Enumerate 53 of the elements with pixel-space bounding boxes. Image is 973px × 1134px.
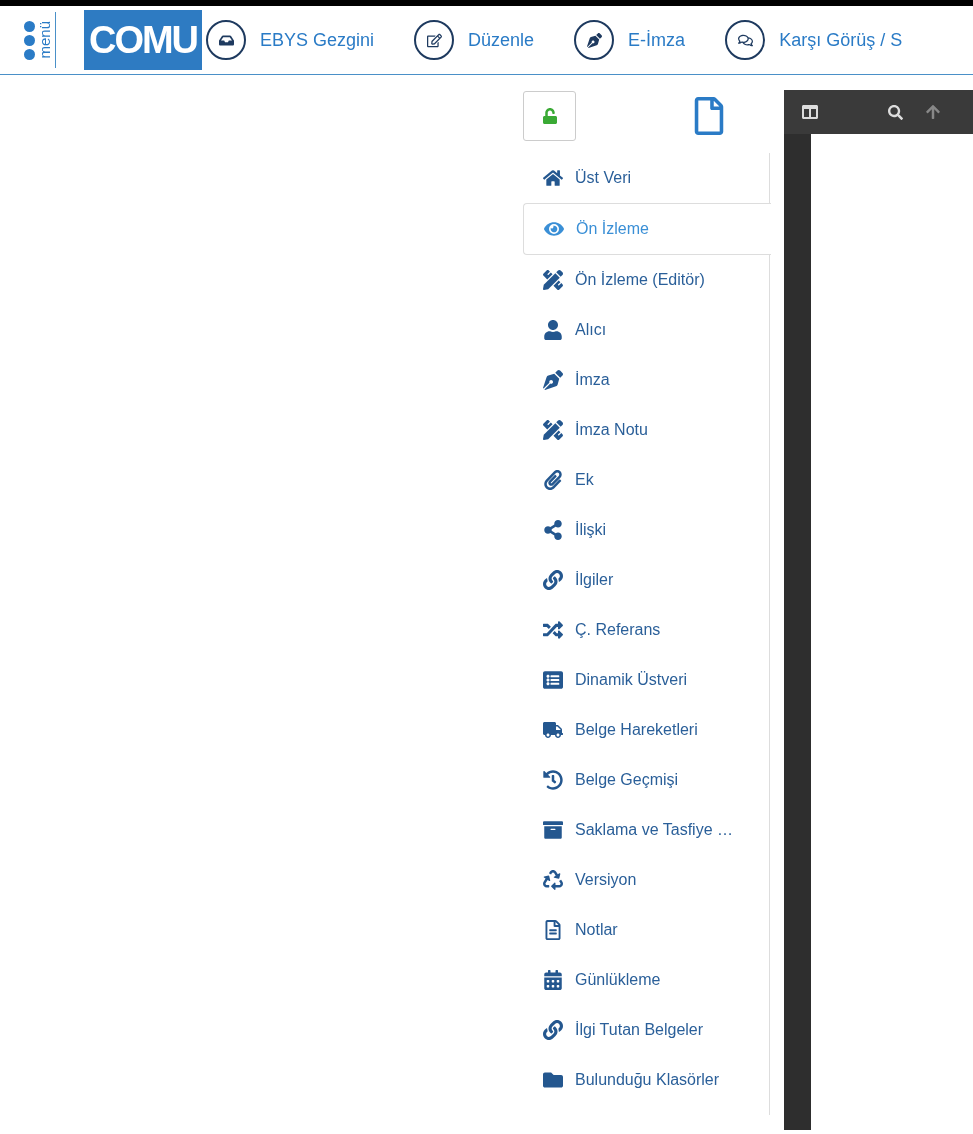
- pencil-ruler-icon: [543, 420, 563, 440]
- pencil-ruler-icon: [543, 270, 563, 290]
- sidebar-item[interactable]: İlgi Tutan Belgeler: [523, 1005, 769, 1055]
- sidebar-item[interactable]: Saklama ve Tasfiye …: [523, 805, 769, 855]
- sidebar-item[interactable]: Alıcı: [523, 305, 769, 355]
- sidebar-item[interactable]: Belge Geçmişi: [523, 755, 769, 805]
- sidebar-item[interactable]: İmza Notu: [523, 405, 769, 455]
- history-icon: [543, 770, 563, 790]
- truck-icon: [543, 720, 563, 740]
- sidebar-item[interactable]: İlişki: [523, 505, 769, 555]
- paperclip-icon: [543, 470, 563, 490]
- user-icon: [543, 320, 563, 340]
- sidebar-item[interactable]: Ek: [523, 455, 769, 505]
- inbox-icon: [206, 20, 246, 60]
- sidebar-item[interactable]: Notlar: [523, 905, 769, 955]
- sidebar-item[interactable]: Dinamik Üstveri: [523, 655, 769, 705]
- eye-icon: [544, 219, 564, 239]
- sidebar-item[interactable]: Üst Veri: [523, 153, 769, 203]
- link-icon: [543, 1020, 563, 1040]
- sidebar-item[interactable]: Ç. Referans: [523, 605, 769, 655]
- sidebar-toggle-icon[interactable]: [802, 104, 818, 120]
- speech-bubbles-icon: [725, 20, 766, 60]
- unlocked-padlock-icon: [541, 108, 558, 124]
- logo: COMU: [84, 10, 202, 70]
- shuffle-icon: [543, 620, 563, 640]
- sidebar-item[interactable]: Ön İzleme: [523, 203, 771, 255]
- share-icon: [543, 520, 563, 540]
- link-icon: [543, 570, 563, 590]
- sidebar-item[interactable]: Bulunduğu Klasörler: [523, 1055, 769, 1105]
- nav-link[interactable]: Karşı Görüş / S: [725, 20, 903, 60]
- sidebar-item[interactable]: Versiyon: [523, 855, 769, 905]
- archive-box-icon: [543, 820, 563, 840]
- sidebar-item[interactable]: İlgiler: [523, 555, 769, 605]
- sidebar-item[interactable]: Belge Hareketleri: [523, 705, 769, 755]
- menu-button[interactable]: menü: [24, 12, 56, 68]
- arrow-up-icon[interactable]: [925, 104, 941, 120]
- sidebar-item[interactable]: Günlükleme: [523, 955, 769, 1005]
- sidebar-item[interactable]: Ön İzleme (Editör): [523, 255, 769, 305]
- nav-link[interactable]: Düzenle: [414, 20, 535, 60]
- calendar-icon: [543, 970, 563, 990]
- nav-link[interactable]: EBYS Gezgini: [206, 20, 375, 60]
- pen-nib-icon: [543, 370, 563, 390]
- search-icon[interactable]: [888, 104, 903, 120]
- lock-button[interactable]: [523, 91, 576, 141]
- nav-link[interactable]: E-İmza: [574, 20, 686, 60]
- recycle-icon: [543, 870, 563, 890]
- pen-nib-icon: [574, 20, 615, 60]
- list-icon: [543, 670, 563, 690]
- home-icon: [543, 168, 563, 188]
- document-icon: [543, 920, 563, 940]
- edit-icon: [414, 20, 455, 60]
- sidebar-item[interactable]: İmza: [523, 355, 769, 405]
- folder-icon: [543, 1070, 563, 1090]
